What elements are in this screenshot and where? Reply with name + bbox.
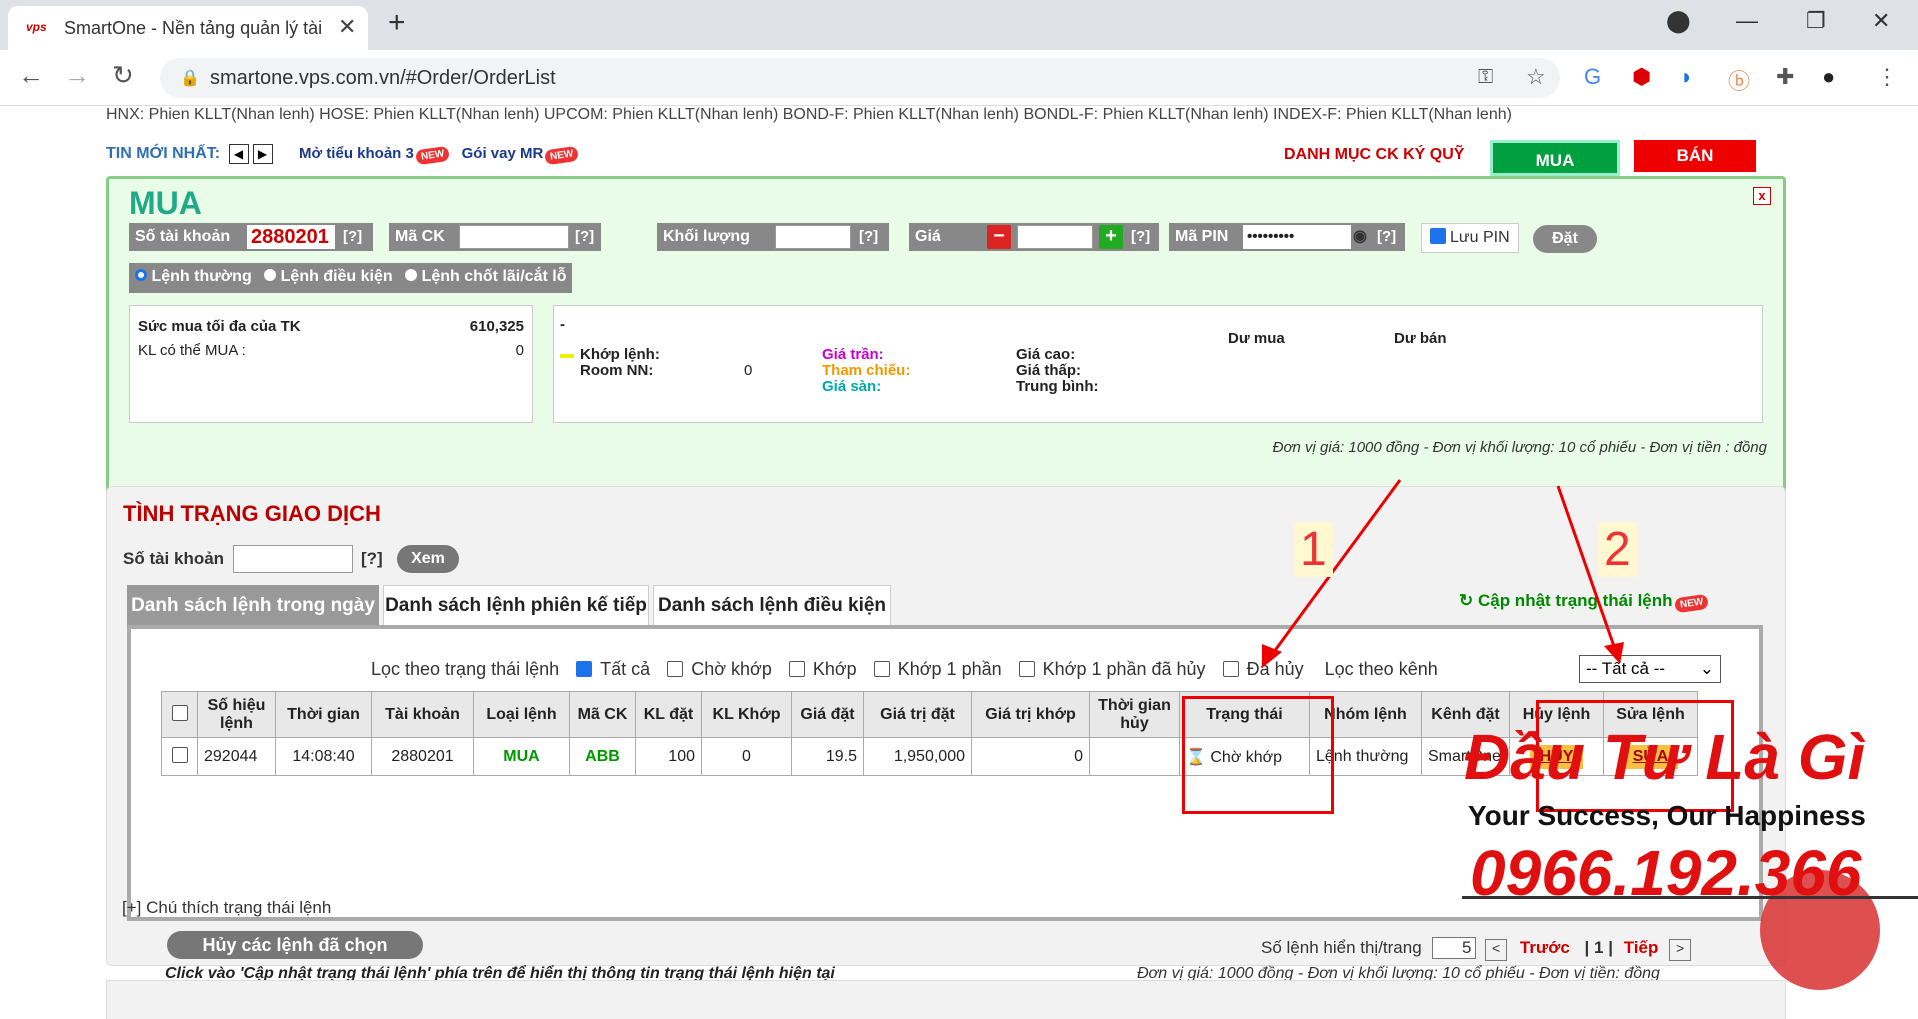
annotation-arrow-1 <box>1266 479 1402 661</box>
watermark-phone: 0966.192.366 <box>1470 837 1862 909</box>
annotation-box-status <box>1182 696 1334 814</box>
watermark-title: Đầu Tư Là Gì <box>1464 721 1866 793</box>
annotation-arrowhead-1 <box>1262 644 1282 668</box>
annotation-number-1: 1 <box>1294 522 1333 577</box>
annotation-number-2: 2 <box>1598 522 1637 577</box>
annotation-arrowhead-2 <box>1604 642 1624 664</box>
watermark-slogan: Your Success, Our Happiness <box>1468 800 1866 831</box>
